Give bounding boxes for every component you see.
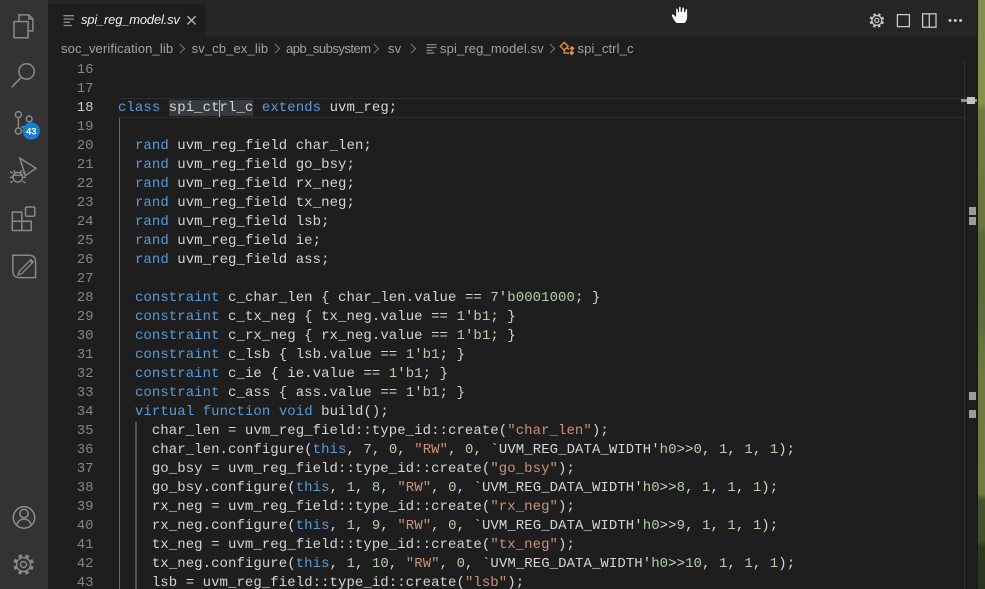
svg-text:43: 43 — [26, 126, 36, 136]
